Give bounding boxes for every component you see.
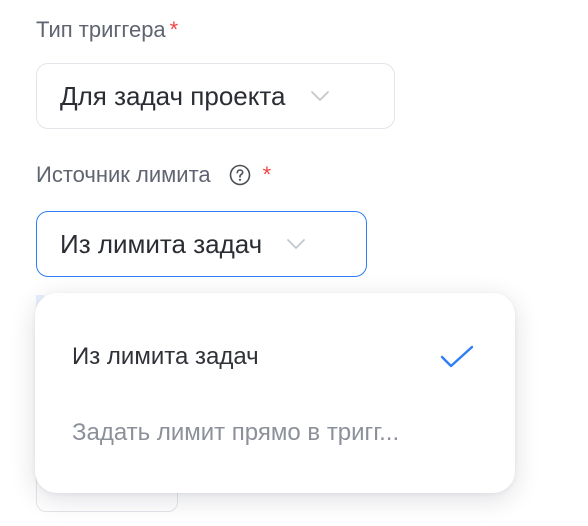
chevron-down-icon [286,238,306,250]
chevron-down-icon [310,90,330,102]
required-mark: * [169,17,179,42]
check-icon [439,344,475,370]
trigger-settings-form: Тип триггера * Для задач проекта Источни… [0,0,588,526]
trigger-type-label-text: Тип триггера [36,17,166,42]
option-label: Из лимита задач [72,343,259,370]
required-mark: * [262,162,272,187]
limit-source-select[interactable]: Из лимита задач [36,211,367,277]
dropdown-option-set-in-trigger[interactable]: Задать лимит прямо в тригг... [35,403,515,463]
dropdown-option-task-limit[interactable]: Из лимита задач [35,327,515,387]
question-circle-icon[interactable] [229,164,251,186]
limit-source-dropdown: Из лимита задач Задать лимит прямо в три… [35,293,515,493]
limit-source-label-text: Источник лимита [36,162,211,187]
limit-source-value: Из лимита задач [60,228,263,259]
trigger-type-label: Тип триггера * [36,17,178,43]
limit-source-label: Источник лимита * [36,162,271,188]
trigger-type-value: Для задач проекта [60,80,286,111]
trigger-type-select[interactable]: Для задач проекта [36,63,395,129]
option-label: Задать лимит прямо в тригг... [72,419,400,446]
